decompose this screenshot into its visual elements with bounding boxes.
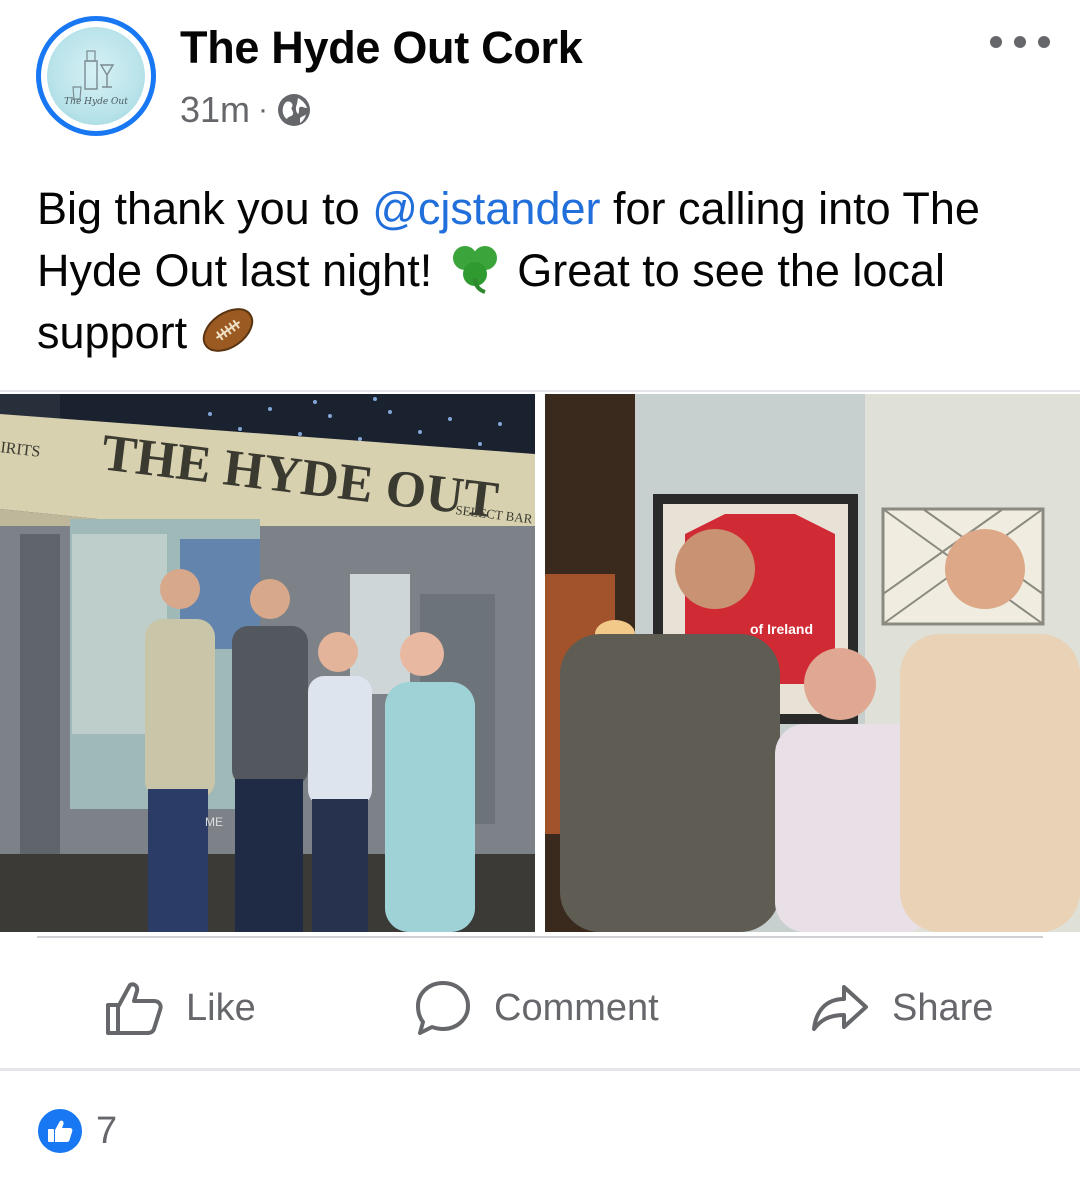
more-options-button[interactable] [990, 24, 1050, 60]
photo-pub-exterior[interactable]: THE HYDE OUT SELECT BAR IRITS ME [0, 394, 535, 932]
like-label: Like [186, 986, 256, 1029]
post-actions-bar: Like Comment Share [0, 934, 1080, 1070]
post-text-segment: Big thank you to [37, 183, 373, 234]
share-arrow-icon [812, 985, 868, 1031]
avatar-logo: The Hyde Out [47, 27, 145, 125]
actions-divider [37, 936, 1043, 938]
shamrock-icon [452, 246, 497, 294]
reaction-count: 7 [96, 1109, 118, 1152]
share-label: Share [892, 986, 994, 1029]
comment-icon [416, 981, 470, 1035]
meta-separator: · [258, 93, 269, 126]
post-timestamp[interactable]: 31m [180, 89, 250, 131]
jersey-text: of Ireland [750, 621, 813, 637]
reactions-summary[interactable]: 7 [36, 1106, 117, 1156]
pub-interior-illustration: of Ireland [545, 394, 1080, 932]
page-name-link[interactable]: The Hyde Out Cork [180, 22, 583, 74]
post-meta: 31m · [180, 88, 312, 132]
pub-exterior-illustration: THE HYDE OUT SELECT BAR IRITS ME [0, 394, 535, 932]
globe-icon[interactable] [276, 92, 312, 128]
board-text: ME [205, 815, 223, 829]
thumbs-up-icon [106, 982, 163, 1035]
more-dot-icon [1038, 36, 1050, 48]
rugby-football-icon [202, 308, 253, 352]
photo-interior[interactable]: of Ireland [545, 394, 1080, 932]
more-dot-icon [990, 36, 1002, 48]
page-avatar[interactable]: The Hyde Out [36, 16, 156, 136]
mention-link[interactable]: @cjstander [372, 183, 600, 234]
more-dot-icon [1014, 36, 1026, 48]
comment-button[interactable]: Comment [414, 978, 659, 1038]
share-button[interactable]: Share [810, 978, 993, 1038]
reactions-divider [0, 1068, 1080, 1071]
bottle-glass-icon [72, 50, 115, 100]
avatar-script-text: The Hyde Out [64, 97, 128, 107]
like-reaction-icon [36, 1107, 84, 1155]
comment-label: Comment [494, 986, 659, 1029]
photo-grid: THE HYDE OUT SELECT BAR IRITS ME of Irel… [0, 392, 1080, 932]
like-button[interactable]: Like [104, 978, 256, 1038]
post-message: Big thank you to @cjstander for calling … [37, 178, 1057, 364]
post-header: The Hyde Out The Hyde Out Cork 31m · [0, 0, 1080, 150]
